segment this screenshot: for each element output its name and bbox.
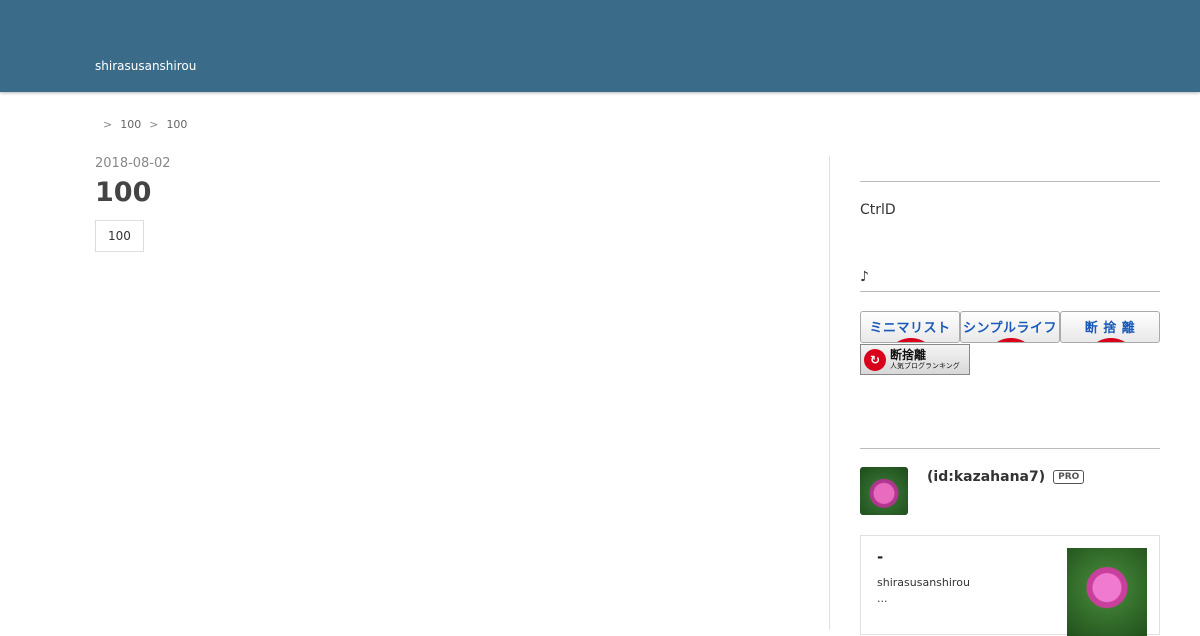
banner-label: シンプルライフ [962,321,1058,336]
card-ellipsis: ... [877,592,888,605]
ranking-subtitle: 人気ブログランキング [890,362,960,370]
category-tag[interactable]: 100 [95,220,144,252]
banner-label: 断 捨 離 [1084,321,1136,336]
blog-ranking-banner[interactable]: ↻ 断捨離 人気ブログランキング [860,344,970,375]
sidebar-note-text: ♪ [860,269,869,285]
sidebar-ctrl-text: CtrlD [860,202,896,218]
danshari-banner[interactable]: 断 捨 離 [1060,311,1160,343]
breadcrumb: > 100 > 100 [103,118,187,131]
profile-section: (id:kazahana7) PRO [860,467,1160,515]
profile-name-row: (id:kazahana7) PRO [927,469,1085,485]
profile-id-link[interactable]: (id:kazahana7) [927,469,1045,485]
avatar[interactable] [860,467,908,515]
sidebar-divider [860,181,1160,182]
ranking-text: 断捨離 人気ブログランキング [890,349,960,370]
ranking-logo-icon: ↻ [864,348,886,371]
banner-circle-icon [885,338,937,342]
ranking-banner-row: ミニマリスト シンプルライフ 断 捨 離 [860,311,1160,343]
blog-card[interactable]: - shirasusanshirou ... [860,535,1160,636]
sidebar-divider [860,448,1160,449]
blog-title-link[interactable]: shirasusanshirou [95,59,196,73]
banner-circle-icon [1085,338,1137,342]
banner-label: ミニマリスト [869,321,951,336]
card-subtitle: shirasusanshirou [877,576,970,589]
content-divider [829,156,830,630]
sidebar: CtrlD ♪ ミニマリスト シンプルライフ 断 捨 離 ↻ 断捨離 人気ブログ… [860,156,1160,636]
breadcrumb-separator: > [103,118,113,131]
simple-life-banner[interactable]: シンプルライフ [960,311,1060,343]
breadcrumb-separator: > [149,118,159,131]
minimalist-banner[interactable]: ミニマリスト [860,311,960,343]
sidebar-divider [860,291,1160,292]
entry-date[interactable]: 2018-08-02 [95,156,795,171]
card-title: - [877,548,884,566]
site-header: shirasusanshirou [0,0,1200,92]
card-thumbnail [1067,548,1147,636]
ranking-title: 断捨離 [890,348,927,362]
main-content: 2018-08-02 100 100 [95,156,795,252]
pro-badge[interactable]: PRO [1053,470,1085,484]
breadcrumb-link-category[interactable]: 100 [120,118,141,131]
entry-title[interactable]: 100 [95,177,795,208]
breadcrumb-current: 100 [166,118,188,131]
banner-circle-icon [985,338,1037,342]
